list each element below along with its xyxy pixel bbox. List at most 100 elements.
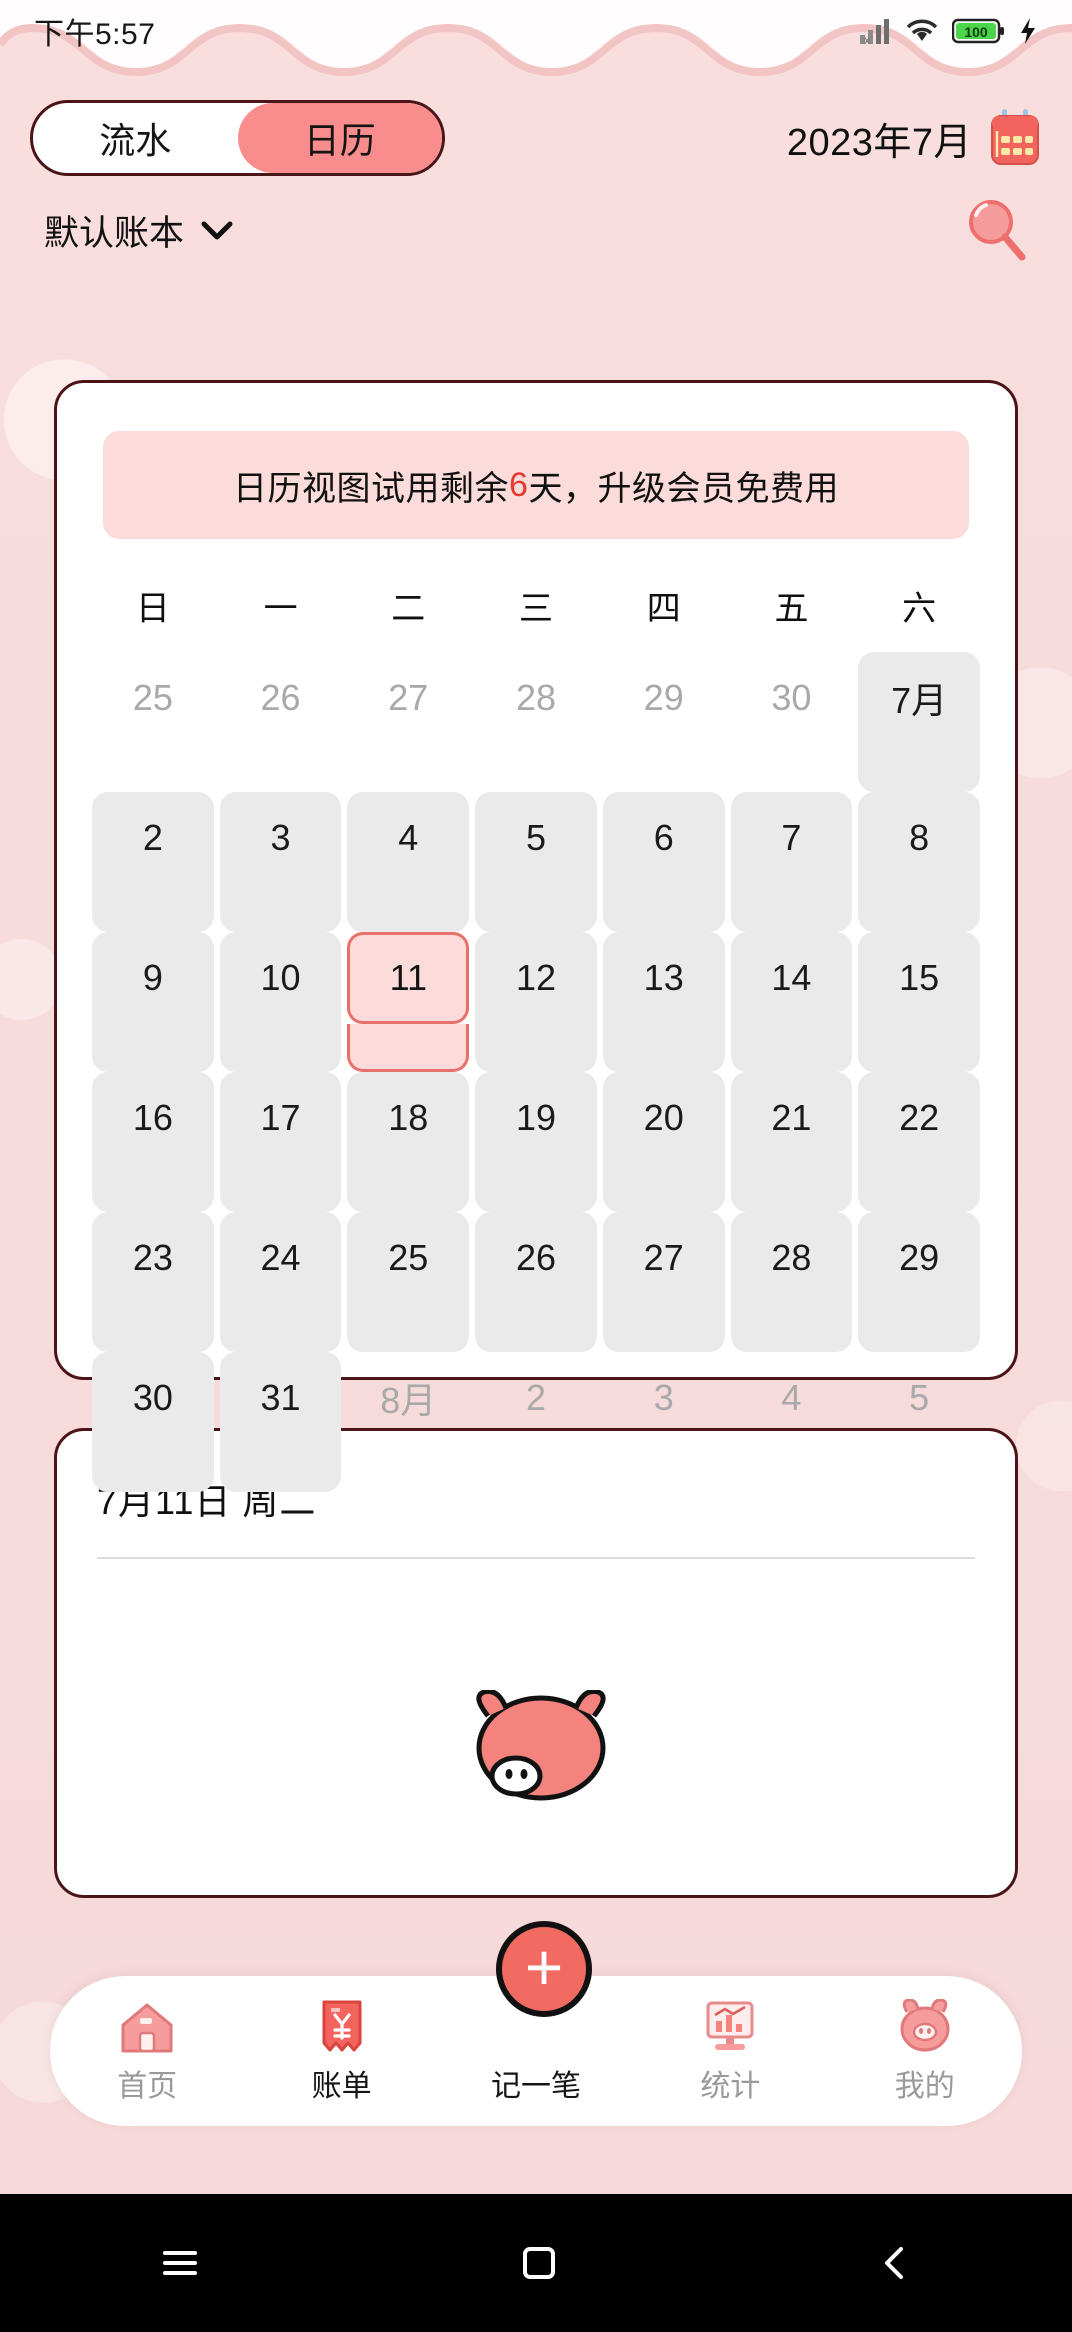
divider xyxy=(97,1557,975,1559)
calendar-day-cell[interactable]: 28 xyxy=(730,1212,853,1304)
weekday-0: 日 xyxy=(135,590,170,628)
search-icon[interactable] xyxy=(964,197,1028,263)
segment-calendar[interactable]: 日历 xyxy=(237,103,442,173)
nav-item-statistics[interactable]: 统计 xyxy=(645,1997,815,2105)
battery-level: 100 xyxy=(964,24,988,40)
calendar-day-cell[interactable]: 2 xyxy=(92,792,214,884)
calendar-day-cell[interactable]: 6 xyxy=(602,792,725,884)
trial-banner[interactable]: 日历视图试用剩余 6 天，升级会员免费用 xyxy=(103,431,969,539)
calendar-day-cell-body xyxy=(219,884,342,932)
wifi-icon xyxy=(906,19,938,41)
calendar-day-cell[interactable]: 26 xyxy=(475,1212,597,1304)
calendar-day-cell[interactable]: 5 xyxy=(475,792,597,884)
calendar-day-cell-body xyxy=(600,744,728,792)
calendar-day-cell[interactable]: 20 xyxy=(602,1072,725,1164)
calendar-day-cell[interactable]: 5 xyxy=(858,1352,980,1444)
calendar-day-cell[interactable]: 9 xyxy=(92,932,214,1024)
calendar-day-cell-body xyxy=(475,884,597,932)
calendar-day-cell-body xyxy=(219,1024,342,1072)
calendar-day-cell-body xyxy=(344,744,472,792)
calendar-day-cell-body xyxy=(602,1024,725,1072)
calendar-day-cell[interactable]: 8月 xyxy=(347,1352,469,1444)
nav-item-profile[interactable]: 我的 xyxy=(840,1997,1010,2105)
profile-pig-icon xyxy=(896,1997,954,2055)
calendar-day-cell-body xyxy=(730,884,853,932)
calendar-day-cell[interactable]: 4 xyxy=(347,792,470,884)
home-icon xyxy=(118,1997,176,2055)
bill-icon xyxy=(318,1997,366,2055)
signal-icon: x xyxy=(860,19,889,45)
calendar-day-cell[interactable]: 7月 xyxy=(858,652,980,744)
calendar-day-cell[interactable]: 3 xyxy=(603,1352,725,1444)
weekday-6: 六 xyxy=(902,590,937,628)
view-mode-segmented-control[interactable]: 流水 日历 xyxy=(30,100,445,176)
trial-suffix: 天，升级会员免费用 xyxy=(528,469,839,508)
calendar-day-cell[interactable]: 19 xyxy=(475,1072,597,1164)
back-chevron-icon[interactable] xyxy=(875,2241,915,2285)
calendar-day-cell[interactable]: 23 xyxy=(92,1212,214,1304)
calendar-day-cell[interactable]: 29 xyxy=(603,652,725,744)
calendar-day-cell-body xyxy=(858,1164,980,1212)
calendar-day-cell[interactable]: 11 xyxy=(347,932,470,1024)
calendar-day-cell-body xyxy=(89,744,217,792)
calendar-day-cell[interactable]: 29 xyxy=(858,1212,980,1304)
calendar-day-cell[interactable]: 31 xyxy=(219,1352,342,1444)
calendar-day-cell-body xyxy=(730,1024,853,1072)
calendar-day-cell[interactable]: 13 xyxy=(602,932,725,1024)
calendar-grid: 25 26 27 28 29 30 7月 2 3 4 5 6 7 8 9 10 11 12 13 14 15 16 17 18… xyxy=(79,652,993,1492)
calendar-day-cell[interactable]: 2 xyxy=(475,1352,597,1444)
calendar-day-cell-body xyxy=(347,1304,470,1352)
calendar-day-cell[interactable]: 12 xyxy=(475,932,597,1024)
status-icons: x 100 xyxy=(858,17,1038,45)
calendar-day-cell[interactable]: 4 xyxy=(731,1352,853,1444)
calendar-day-cell[interactable]: 14 xyxy=(730,932,853,1024)
weekday-3: 三 xyxy=(519,590,554,628)
chevron-down-icon[interactable] xyxy=(200,218,234,242)
nav-item-bills[interactable]: 账单 xyxy=(257,1997,427,2105)
svg-text:x: x xyxy=(864,33,870,45)
status-time: 下午5:57 xyxy=(34,18,156,51)
account-book-selector[interactable]: 默认账本 xyxy=(44,205,234,256)
calendar-day-cell[interactable]: 26 xyxy=(220,652,342,744)
calendar-day-cell-body xyxy=(602,1164,725,1212)
calendar-day-cell[interactable]: 22 xyxy=(858,1072,980,1164)
add-record-fab[interactable]: + xyxy=(496,1921,592,2017)
month-selector[interactable]: 2023年7月 xyxy=(787,109,1042,167)
calendar-day-cell-body xyxy=(730,1304,853,1352)
calendar-day-cell[interactable]: 28 xyxy=(475,652,597,744)
calendar-day-cell-body xyxy=(472,1444,600,1492)
calendar-day-cell[interactable]: 17 xyxy=(219,1072,342,1164)
calendar-day-cell[interactable]: 25 xyxy=(92,652,214,744)
calendar-day-cell[interactable]: 7 xyxy=(730,792,853,884)
calendar-day-cell-body xyxy=(728,1444,856,1492)
home-square-icon[interactable] xyxy=(517,2241,561,2285)
calendar-day-cell-body xyxy=(92,1444,214,1492)
trial-days: 6 xyxy=(509,465,529,504)
calendar-day-cell[interactable]: 15 xyxy=(858,932,980,1024)
calendar-day-cell[interactable]: 24 xyxy=(219,1212,342,1304)
calendar-day-cell-body xyxy=(347,884,470,932)
calendar-day-cell[interactable]: 27 xyxy=(347,652,469,744)
nav-label-home: 首页 xyxy=(117,2070,178,2103)
app-header: 流水 日历 2023年7月 xyxy=(0,96,1072,180)
calendar-day-cell[interactable]: 18 xyxy=(347,1072,470,1164)
nav-item-home[interactable]: 首页 xyxy=(62,1997,232,2105)
nav-label-add-record: 记一笔 xyxy=(490,2070,581,2103)
segment-flow[interactable]: 流水 xyxy=(33,103,238,173)
calendar-day-cell-body xyxy=(219,1164,342,1212)
calendar-day-cell[interactable]: 27 xyxy=(602,1212,725,1304)
calendar-day-cell[interactable]: 30 xyxy=(92,1352,214,1444)
calendar-day-cell[interactable]: 3 xyxy=(219,792,342,884)
weekday-1: 一 xyxy=(263,590,298,628)
calendar-day-cell-body xyxy=(475,1164,597,1212)
calendar-day-cell[interactable]: 10 xyxy=(219,932,342,1024)
calendar-day-cell[interactable]: 25 xyxy=(347,1212,470,1304)
calendar-day-cell[interactable]: 16 xyxy=(92,1072,214,1164)
menu-icon[interactable] xyxy=(157,2243,203,2283)
calendar-day-cell[interactable]: 21 xyxy=(730,1072,853,1164)
calendar-day-cell-body xyxy=(600,1444,728,1492)
calendar-day-cell[interactable]: 8 xyxy=(858,792,980,884)
calendar-day-cell-body xyxy=(475,1024,597,1072)
calendar-icon[interactable] xyxy=(988,109,1042,167)
calendar-day-cell[interactable]: 30 xyxy=(731,652,853,744)
